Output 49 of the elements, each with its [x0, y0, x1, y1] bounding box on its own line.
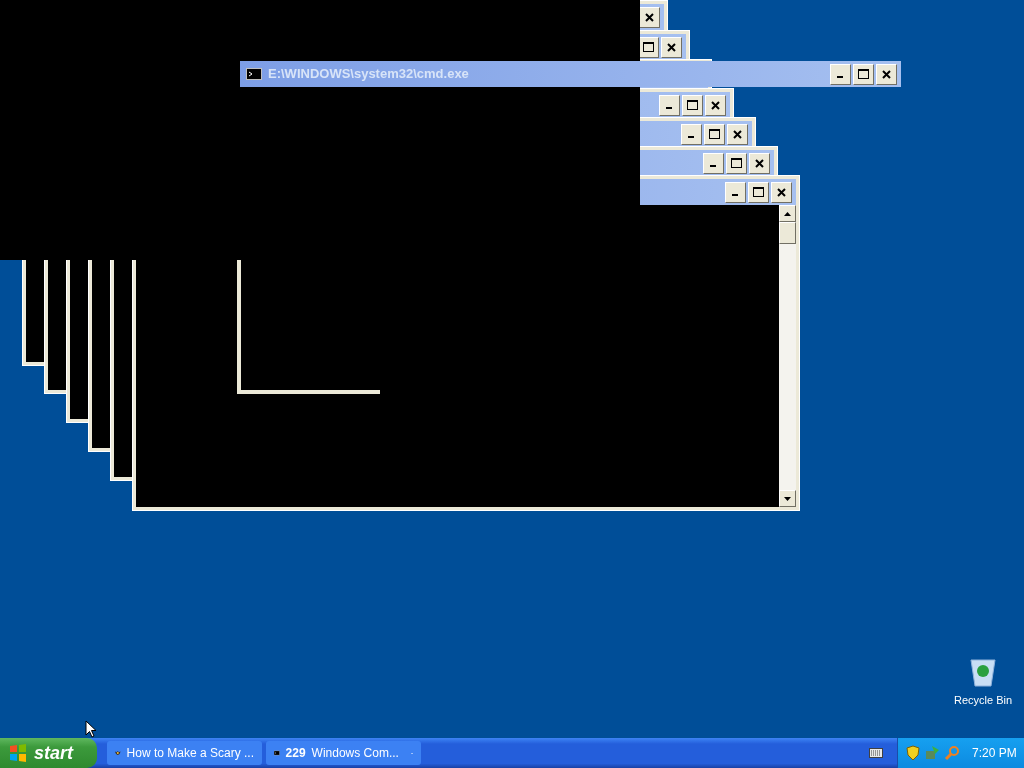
pointer-icon: [85, 720, 97, 738]
close-button[interactable]: [876, 63, 897, 85]
close-icon: [882, 69, 891, 79]
icon-label[interactable]: Recycle Bin: [953, 691, 1013, 708]
minimize-button[interactable]: [830, 63, 851, 85]
shield-icon[interactable]: [906, 745, 920, 761]
maximize-button[interactable]: [853, 63, 874, 85]
maximize-button[interactable]: [638, 36, 659, 58]
window-title: E:\WINDOWS\system32\cmd.exe: [268, 65, 469, 84]
maximize-icon: [687, 100, 698, 110]
minimize-button[interactable]: [659, 94, 680, 116]
maximize-icon: [858, 69, 869, 79]
close-icon: [667, 42, 676, 52]
close-button[interactable]: [727, 123, 748, 145]
scroll-thumb[interactable]: [779, 222, 796, 244]
console-icon: [246, 68, 262, 80]
close-button[interactable]: [661, 36, 682, 58]
maximize-icon: [643, 42, 654, 52]
minimize-button[interactable]: [681, 123, 702, 145]
close-icon: [645, 12, 654, 22]
maximize-icon: [731, 158, 742, 168]
down-arrow-icon: [784, 496, 791, 501]
minimize-button[interactable]: [703, 152, 724, 174]
keyboard-icon[interactable]: [869, 748, 883, 758]
minimize-button[interactable]: [725, 181, 746, 203]
close-button[interactable]: [705, 94, 726, 116]
scroll-up-button[interactable]: [779, 205, 796, 222]
close-icon: [711, 100, 720, 110]
close-icon: [755, 158, 764, 168]
close-button[interactable]: [749, 152, 770, 174]
taskbar-button[interactable]: How to Make a Scary ...: [107, 741, 262, 765]
close-icon: [777, 187, 786, 197]
maximize-button[interactable]: [704, 123, 725, 145]
maximize-icon: [753, 187, 764, 197]
console-icon: [274, 747, 280, 759]
close-button[interactable]: [639, 6, 660, 28]
windows-logo-icon: [8, 743, 28, 763]
maximize-button[interactable]: [748, 181, 769, 203]
maximize-icon: [709, 129, 720, 139]
close-icon: [733, 129, 742, 139]
close-button[interactable]: [771, 181, 792, 203]
scroll-bar[interactable]: [779, 205, 796, 507]
up-arrow-icon: [784, 211, 791, 216]
maximize-button[interactable]: [682, 94, 703, 116]
maximize-button[interactable]: [726, 152, 747, 174]
taskbar-button[interactable]: 229 Windows Com...: [266, 741, 421, 765]
clock[interactable]: 7:20 PM: [972, 744, 1017, 762]
start-button[interactable]: start: [0, 738, 97, 768]
scroll-down-button[interactable]: [779, 490, 796, 507]
